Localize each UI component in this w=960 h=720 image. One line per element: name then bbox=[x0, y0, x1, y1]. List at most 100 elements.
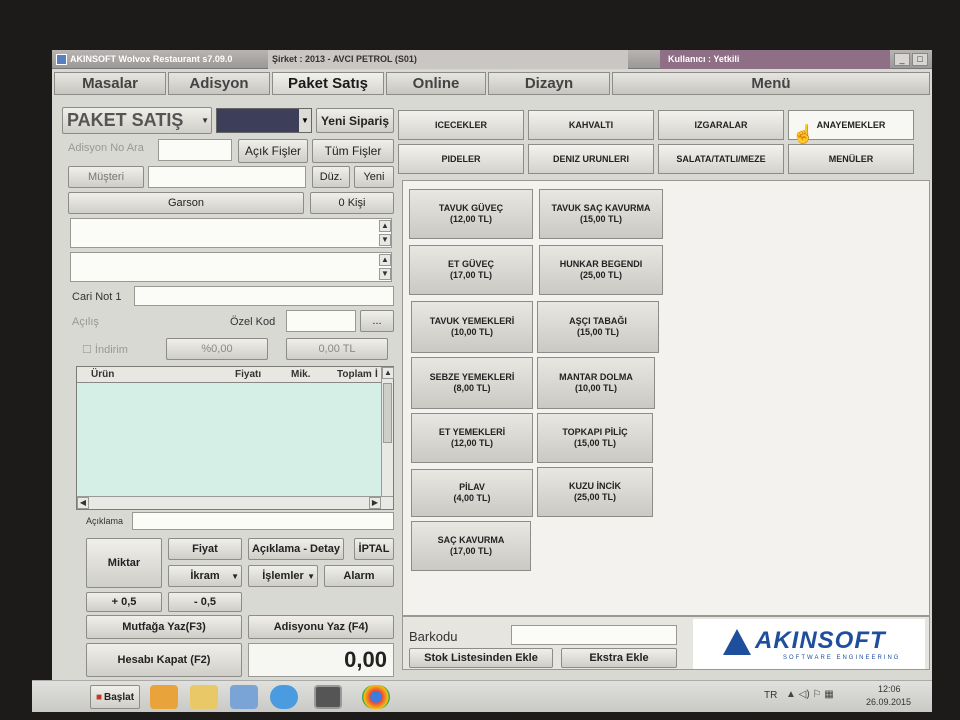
discount-percent[interactable]: %0,00 bbox=[166, 338, 268, 360]
internet-explorer-icon[interactable] bbox=[270, 685, 298, 709]
grid-header: Ürün Fiyatı Mik. Toplam İ bbox=[77, 367, 383, 383]
horizontal-scrollbar[interactable]: ◀ ▶ bbox=[77, 496, 393, 509]
print-bill-button[interactable]: Adisyonu Yaz (F4) bbox=[248, 615, 394, 639]
discount-amount[interactable]: 0,00 TL bbox=[286, 338, 388, 360]
waiter-button[interactable]: Garson bbox=[68, 192, 304, 214]
clock-time[interactable]: 12:06 bbox=[878, 684, 901, 694]
header-product: Ürün bbox=[91, 369, 115, 380]
tab-dizayn[interactable]: Dizayn bbox=[488, 72, 610, 95]
logo-subtext: SOFTWARE ENGINEERING bbox=[783, 655, 901, 661]
logo-mark-icon bbox=[723, 629, 751, 655]
language-indicator[interactable]: TR bbox=[764, 690, 777, 701]
tab-paket-satis[interactable]: Paket Satış bbox=[272, 72, 384, 95]
category-icecekler[interactable]: ICECEKLER bbox=[398, 110, 524, 140]
open-bills-button[interactable]: Açık Fişler bbox=[238, 139, 308, 163]
akinsoft-logo: AKINSOFT SOFTWARE ENGINEERING bbox=[693, 619, 925, 669]
note-area-1[interactable]: ▲ ▼ bbox=[70, 218, 392, 248]
product-name: SEBZE YEMEKLERİ bbox=[429, 372, 515, 382]
all-bills-button[interactable]: Tüm Fişler bbox=[312, 139, 394, 163]
windows-logo-icon: ■ bbox=[95, 691, 103, 703]
start-button[interactable]: ■ Başlat bbox=[90, 685, 140, 709]
maximize-button[interactable]: □ bbox=[912, 53, 928, 66]
tab-adisyon[interactable]: Adisyon bbox=[168, 72, 270, 95]
category-kahvalti[interactable]: KAHVALTI bbox=[528, 110, 654, 140]
product-button[interactable]: HUNKAR BEGENDI (25,00 TL) bbox=[539, 245, 663, 295]
category-deniz-urunleri[interactable]: DENIZ URUNLERI bbox=[528, 144, 654, 174]
cancel-button[interactable]: İPTAL bbox=[354, 538, 394, 560]
product-button[interactable]: MANTAR DOLMA (10,00 TL) bbox=[537, 357, 655, 409]
folder-icon[interactable] bbox=[190, 685, 218, 709]
order-grid[interactable]: Ürün Fiyatı Mik. Toplam İ ▲ ◀ ▶ bbox=[76, 366, 394, 510]
product-button[interactable]: ET YEMEKLERİ (12,00 TL) bbox=[411, 413, 533, 463]
scroll-up-icon[interactable]: ▲ bbox=[379, 254, 391, 266]
product-button[interactable]: TAVUK GÜVEÇ (12,00 TL) bbox=[409, 189, 533, 239]
add-from-stock-button[interactable]: Stok Listesinden Ekle bbox=[409, 648, 553, 668]
customer-button[interactable]: Müşteri bbox=[68, 166, 144, 188]
product-button[interactable]: KUZU İNCİK (25,00 TL) bbox=[537, 467, 653, 517]
description-detail-button[interactable]: Açıklama - Detay bbox=[248, 538, 344, 560]
price-button[interactable]: Fiyat bbox=[168, 538, 242, 560]
left-panel: PAKET SATIŞ ▼ ▼ Yeni Sipariş Adisyon No … bbox=[56, 100, 398, 677]
media-player-icon[interactable] bbox=[150, 685, 178, 709]
note-area-2[interactable]: ▲ ▼ bbox=[70, 252, 392, 282]
scroll-up-icon[interactable]: ▲ bbox=[382, 367, 394, 379]
chrome-icon[interactable] bbox=[362, 685, 390, 709]
send-kitchen-button[interactable]: Mutfağa Yaz(F3) bbox=[86, 615, 242, 639]
product-button[interactable]: TAVUK SAÇ KAVURMA (15,00 TL) bbox=[539, 189, 663, 239]
special-code-input[interactable] bbox=[286, 310, 356, 332]
close-bill-button[interactable]: Hesabı Kapat (F2) bbox=[86, 643, 242, 677]
chevron-down-icon: ▼ bbox=[307, 571, 315, 581]
cari-note-label: Cari Not 1 bbox=[72, 291, 122, 303]
persons-button[interactable]: 0 Kişi bbox=[310, 192, 394, 214]
description-input[interactable] bbox=[132, 512, 394, 530]
treat-dropdown[interactable]: İkram ▼ bbox=[168, 565, 242, 587]
tab-online[interactable]: Online bbox=[386, 72, 486, 95]
minimize-button[interactable]: _ bbox=[894, 53, 910, 66]
scroll-left-icon[interactable]: ◀ bbox=[77, 497, 89, 509]
new-order-button[interactable]: Yeni Sipariş bbox=[316, 108, 394, 133]
customer-input[interactable] bbox=[148, 166, 306, 188]
tray-icons[interactable]: ▲ ◁) ⚐ ▦ bbox=[786, 689, 834, 700]
product-button[interactable]: TOPKAPI PİLİÇ (15,00 TL) bbox=[537, 413, 653, 463]
scroll-right-icon[interactable]: ▶ bbox=[369, 497, 381, 509]
vertical-scrollbar[interactable]: ▲ bbox=[381, 367, 394, 497]
product-button[interactable]: AŞÇI TABAĞI (15,00 TL) bbox=[537, 301, 659, 353]
category-menuler[interactable]: MENÜLER bbox=[788, 144, 914, 174]
scroll-down-icon[interactable]: ▼ bbox=[379, 268, 391, 280]
minus-half-button[interactable]: - 0,5 bbox=[168, 592, 242, 612]
hand-cursor-icon: ☝ bbox=[792, 124, 815, 144]
restaurant-app-icon[interactable] bbox=[314, 685, 342, 709]
special-code-browse-button[interactable]: ... bbox=[360, 310, 394, 332]
extra-add-button[interactable]: Ekstra Ekle bbox=[561, 648, 677, 668]
category-salata-tatli-meze[interactable]: SALATA/TATLI/MEZE bbox=[658, 144, 784, 174]
scroll-thumb[interactable] bbox=[383, 383, 392, 443]
clock-date[interactable]: 26.09.2015 bbox=[866, 697, 911, 707]
discount-label: İndirim bbox=[94, 344, 128, 356]
product-button[interactable]: SEBZE YEMEKLERİ (8,00 TL) bbox=[411, 357, 533, 409]
product-button[interactable]: TAVUK YEMEKLERİ (10,00 TL) bbox=[411, 301, 533, 353]
discount-checkbox[interactable]: ☐ İndirim bbox=[82, 343, 128, 356]
mode-dropdown[interactable]: PAKET SATIŞ ▼ bbox=[62, 107, 212, 134]
category-izgaralar[interactable]: IZGARALAR bbox=[658, 110, 784, 140]
product-button[interactable]: SAÇ KAVURMA (17,00 TL) bbox=[411, 521, 531, 571]
product-button[interactable]: ET GÜVEÇ (17,00 TL) bbox=[409, 245, 533, 295]
network-icon[interactable] bbox=[230, 685, 258, 709]
adisyon-search-input[interactable] bbox=[158, 139, 232, 161]
plus-half-button[interactable]: + 0,5 bbox=[86, 592, 162, 612]
tab-menu[interactable]: Menü bbox=[612, 72, 930, 95]
new-customer-button[interactable]: Yeni bbox=[354, 166, 394, 188]
color-selector[interactable]: ▼ bbox=[216, 108, 312, 133]
quantity-button[interactable]: Miktar bbox=[86, 538, 162, 588]
product-name: AŞÇI TABAĞI bbox=[569, 316, 627, 326]
category-pideler[interactable]: PIDELER bbox=[398, 144, 524, 174]
operations-dropdown[interactable]: İşlemler ▼ bbox=[248, 565, 318, 587]
product-price: (10,00 TL) bbox=[574, 383, 617, 393]
barcode-input[interactable] bbox=[511, 625, 677, 645]
scroll-up-icon[interactable]: ▲ bbox=[379, 220, 391, 232]
edit-customer-button[interactable]: Düz. bbox=[312, 166, 350, 188]
alarm-button[interactable]: Alarm bbox=[324, 565, 394, 587]
scroll-down-icon[interactable]: ▼ bbox=[379, 234, 391, 246]
cari-note-input[interactable] bbox=[134, 286, 394, 306]
tab-masalar[interactable]: Masalar bbox=[54, 72, 166, 95]
product-button[interactable]: PİLAV (4,00 TL) bbox=[411, 469, 533, 517]
